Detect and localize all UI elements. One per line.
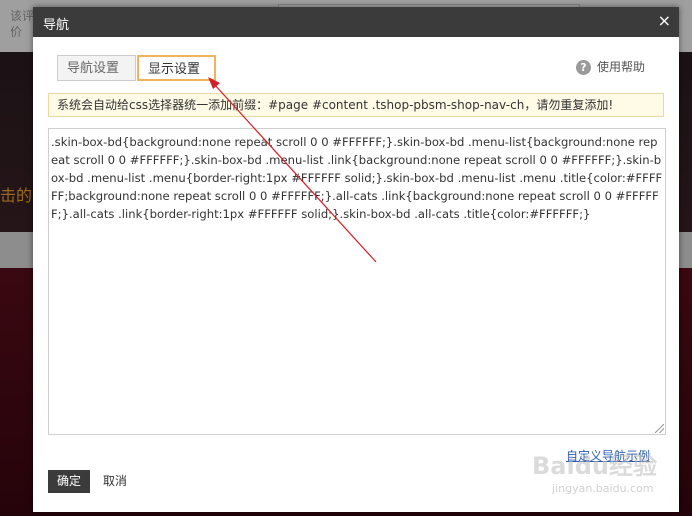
- tab-navigation-settings[interactable]: 导航设置: [57, 55, 136, 81]
- help-label: 使用帮助: [597, 60, 646, 74]
- css-prefix-notice: 系统会自动给css选择器统一添加前缀：#page #content .tshop…: [48, 93, 664, 117]
- resize-handle-icon[interactable]: [655, 424, 664, 433]
- cancel-button[interactable]: 取消: [103, 470, 127, 493]
- dialog-title: 导航: [43, 18, 70, 33]
- dialog-titlebar: 导航 ×: [33, 7, 679, 37]
- tab-display-settings[interactable]: 显示设置: [137, 55, 216, 81]
- close-icon[interactable]: ×: [658, 13, 671, 29]
- custom-nav-example-link[interactable]: 自定义导航示例: [566, 447, 650, 464]
- help-link[interactable]: ? 使用帮助: [576, 58, 645, 76]
- confirm-button[interactable]: 确定: [48, 470, 90, 493]
- navigation-dialog: 导航 × 导航设置 显示设置 ? 使用帮助 系统会自动给css选择器统一添加前缀：…: [33, 7, 679, 512]
- css-editor-textarea[interactable]: .skin-box-bd{background:none repeat scro…: [48, 128, 666, 435]
- question-icon: ?: [576, 60, 591, 75]
